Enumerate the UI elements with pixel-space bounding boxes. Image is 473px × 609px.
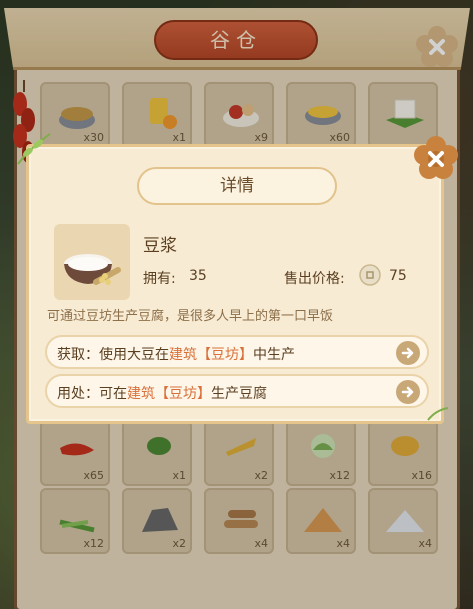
usage-text: 用处：可在建筑【豆坊】生产豆腐: [57, 386, 267, 402]
close-icon[interactable]: [413, 135, 459, 181]
leaf-decoration: [17, 133, 51, 165]
coin-icon: [359, 264, 381, 286]
detail-dialog: 详情 豆浆 拥有: 35 售出价格: 75 可通过豆坊生产豆腐，是很多人早上的第…: [26, 136, 458, 424]
item-image-frame: [54, 224, 130, 300]
obtain-row[interactable]: 获取：使用大豆在建筑【豆坊】中生产: [45, 335, 429, 369]
obtain-text: 获取：使用大豆在建筑【豆坊】中生产: [57, 347, 295, 363]
owned-label: 拥有:: [143, 271, 176, 287]
arrow-right-icon[interactable]: [395, 340, 421, 366]
sell-price-label: 售出价格:: [284, 271, 345, 287]
arrow-right-icon[interactable]: [395, 379, 421, 405]
dialog-title: 详情: [137, 167, 337, 205]
leaf-decoration: [427, 407, 449, 421]
item-name: 豆浆: [143, 236, 177, 256]
owned-value: 35: [189, 268, 207, 284]
item-description: 可通过豆坊生产豆腐，是很多人早上的第一口早饭: [47, 309, 334, 324]
sell-price-value: 75: [389, 268, 407, 284]
soy-milk-icon: [64, 254, 121, 285]
usage-row[interactable]: 用处：可在建筑【豆坊】生产豆腐: [45, 374, 429, 408]
